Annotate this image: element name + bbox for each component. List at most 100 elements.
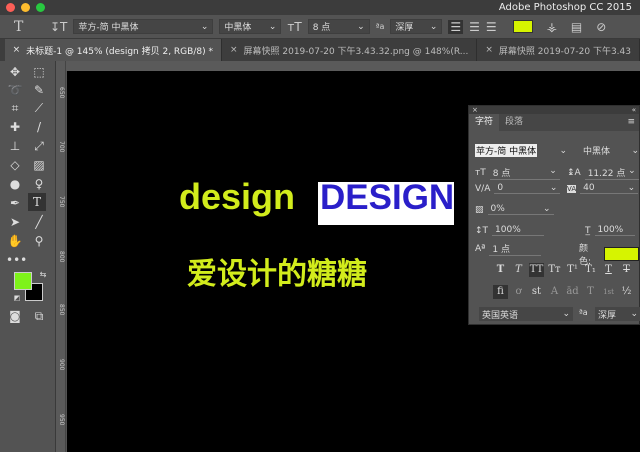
all-caps-button[interactable]: TT <box>529 263 544 277</box>
blur-tool-icon[interactable]: ● <box>6 175 24 193</box>
quick-mask-icon[interactable]: ◙ <box>6 307 24 325</box>
dodge-tool-icon[interactable]: ♀ <box>30 175 48 193</box>
superscript-button[interactable]: T¹ <box>565 263 580 277</box>
align-center-icon[interactable]: ☰ <box>469 20 480 34</box>
marquee-tool-icon[interactable]: ⬚ <box>30 63 48 81</box>
foreground-color-swatch[interactable] <box>14 272 32 290</box>
text-color-swatch[interactable] <box>512 20 533 33</box>
small-caps-button[interactable]: Tт <box>547 263 562 277</box>
default-colors-icon[interactable]: ◩ <box>8 289 26 307</box>
language-select[interactable]: 英国英语 ⌄ <box>479 307 573 321</box>
eraser-tool-icon[interactable]: ◇ <box>6 156 24 174</box>
horizontal-scale-field[interactable]: 100% <box>594 225 635 236</box>
tab-document-3[interactable]: × 屏幕快照 2019-07-20 下午3.43 <box>477 39 640 61</box>
path-selection-tool-icon[interactable]: ➤ <box>6 213 24 231</box>
text-layer-design[interactable]: design <box>179 176 295 218</box>
character-panel-toggle-icon[interactable]: ▤ <box>571 20 582 34</box>
panel-font-style-select[interactable]: 中黑体 ⌄ <box>583 144 639 158</box>
quick-selection-tool-icon[interactable]: ✎ <box>30 81 48 99</box>
lasso-tool-icon[interactable]: ➰ <box>6 81 24 99</box>
stylistic-alternates-button[interactable]: st <box>529 285 544 299</box>
vertical-scale-field[interactable]: 100% <box>492 225 545 236</box>
chevron-down-icon: ⌄ <box>559 145 567 156</box>
baseline-shift-field[interactable]: 1 点 <box>489 242 542 256</box>
tools-panel: ✥ ⬚ ➰ ✎ ⌗ ⟋ ✚ / ⊥ ⤢ ◇ ▨ ● ♀ ✒ T ➤ ╱ ✋ ⚲ … <box>0 61 56 452</box>
underline-button[interactable]: T <box>601 263 616 277</box>
font-style-select[interactable]: 中黑体 ⌄ <box>219 19 282 34</box>
type-tool-preset-icon[interactable]: T <box>14 19 44 35</box>
panel-font-size-field[interactable]: 8 点 ⌄ <box>489 166 560 180</box>
cancel-icon[interactable]: ⊘ <box>596 20 606 34</box>
maximize-window-button[interactable] <box>36 3 45 12</box>
chevron-down-icon: ⌄ <box>630 309 638 319</box>
tab-paragraph[interactable]: 段落 <box>499 114 529 131</box>
close-tab-icon[interactable]: × <box>230 45 238 55</box>
panel-antialias-select[interactable]: 深厚 ⌄ <box>595 307 640 321</box>
titling-alternates-button[interactable]: ād <box>565 285 580 299</box>
text-orientation-icon[interactable]: ↧T <box>50 20 67 34</box>
tsume-field[interactable]: 0% ⌄ <box>487 204 554 215</box>
chevron-down-icon: ⌄ <box>357 21 365 32</box>
font-size-icon: тT <box>287 19 302 34</box>
strikethrough-button[interactable]: T <box>619 263 634 277</box>
panel-font-family-select[interactable]: 苹方-简 中黑体 ⌄ <box>475 144 567 157</box>
kerning-field[interactable]: 0 ⌄ <box>494 183 561 194</box>
close-panel-icon[interactable]: × <box>472 106 478 114</box>
text-layer-design-selected[interactable]: DESIGN <box>318 180 454 225</box>
panel-menu-icon[interactable]: ≡ <box>529 114 639 131</box>
clone-stamp-tool-icon[interactable]: ⊥ <box>6 137 24 155</box>
screen-mode-icon[interactable]: ⧉ <box>30 307 48 325</box>
brush-tool-icon[interactable]: / <box>30 118 48 136</box>
font-family-select[interactable]: 苹方-简 中黑体 ⌄ <box>73 19 214 34</box>
eyedropper-tool-icon[interactable]: ⟋ <box>30 99 48 117</box>
discretionary-ligatures-button[interactable]: ơ <box>511 285 526 299</box>
align-left-icon[interactable]: ☰ <box>448 19 464 34</box>
panel-header[interactable]: × « <box>469 106 639 114</box>
ordinals-button[interactable]: 1st <box>601 285 616 299</box>
tab-document-1[interactable]: × 未标题-1 @ 145% (design 拷贝 2, RGB/8) * <box>4 39 222 61</box>
faux-bold-button[interactable]: T <box>493 263 508 277</box>
faux-italic-button[interactable]: T <box>511 263 526 277</box>
more-tools-icon[interactable]: ••• <box>6 251 27 269</box>
opentype-buttons: fi ơ st A ād T 1st ½ <box>493 285 634 299</box>
antialias-icon: ªa <box>579 308 588 317</box>
tab-document-2[interactable]: × 屏幕快照 2019-07-20 下午3.43.32.png @ 148%(R.… <box>222 39 478 61</box>
line-tool-icon[interactable]: ╱ <box>30 213 48 231</box>
panel-color-swatch[interactable] <box>603 247 639 261</box>
close-window-button[interactable] <box>6 3 15 12</box>
text-layer-chinese[interactable]: 爱设计的糖糖 <box>187 249 367 293</box>
warp-text-icon[interactable]: ⚶ <box>547 20 557 34</box>
tab-character[interactable]: 字符 <box>469 114 500 131</box>
crop-tool-icon[interactable]: ⌗ <box>6 99 24 117</box>
fractions-button[interactable]: ½ <box>619 285 634 299</box>
history-brush-tool-icon[interactable]: ⤢ <box>30 137 48 155</box>
close-tab-icon[interactable]: × <box>13 45 21 55</box>
hand-tool-icon[interactable]: ✋ <box>6 232 24 250</box>
leading-field[interactable]: 11.22 点 ⌄ <box>584 166 639 180</box>
collapse-panel-icon[interactable]: « <box>632 106 639 114</box>
move-tool-icon[interactable]: ✥ <box>6 63 24 81</box>
swash-button[interactable]: A <box>547 285 562 299</box>
ligatures-button[interactable]: fi <box>493 285 508 299</box>
gradient-tool-icon[interactable]: ▨ <box>30 156 48 174</box>
font-size-select[interactable]: 8 点 ⌄ <box>307 19 370 34</box>
chevron-down-icon: ⌄ <box>429 21 438 32</box>
healing-brush-tool-icon[interactable]: ✚ <box>6 118 24 136</box>
tracking-field[interactable]: 40 ⌄ <box>580 183 639 194</box>
character-panel: × « 字符 段落 ≡ 苹方-简 中黑体 ⌄ 中黑体 ⌄ тT 8 点 ⌄ ↨A 11.22… <box>468 105 640 325</box>
type-style-buttons: T T TT Tт T¹ T₁ T T <box>493 263 634 277</box>
antialias-icon: ªa <box>375 22 385 31</box>
swap-colors-icon[interactable]: ⇆ <box>34 266 52 284</box>
zoom-tool-icon[interactable]: ⚲ <box>30 232 48 250</box>
minimize-window-button[interactable] <box>21 3 30 12</box>
pen-tool-icon[interactable]: ✒ <box>6 194 24 212</box>
close-tab-icon[interactable]: × <box>485 45 493 55</box>
chevron-down-icon: ⌄ <box>631 145 639 156</box>
type-tool-icon[interactable]: T <box>28 193 46 211</box>
antialias-select[interactable]: 深厚 ⌄ <box>390 19 443 34</box>
subscript-button[interactable]: T₁ <box>583 263 598 277</box>
baseline-shift-icon: Aª <box>475 244 486 254</box>
align-right-icon[interactable]: ☰ <box>486 20 497 34</box>
chevron-down-icon: ⌄ <box>268 21 277 32</box>
ornaments-button[interactable]: T <box>583 285 598 299</box>
